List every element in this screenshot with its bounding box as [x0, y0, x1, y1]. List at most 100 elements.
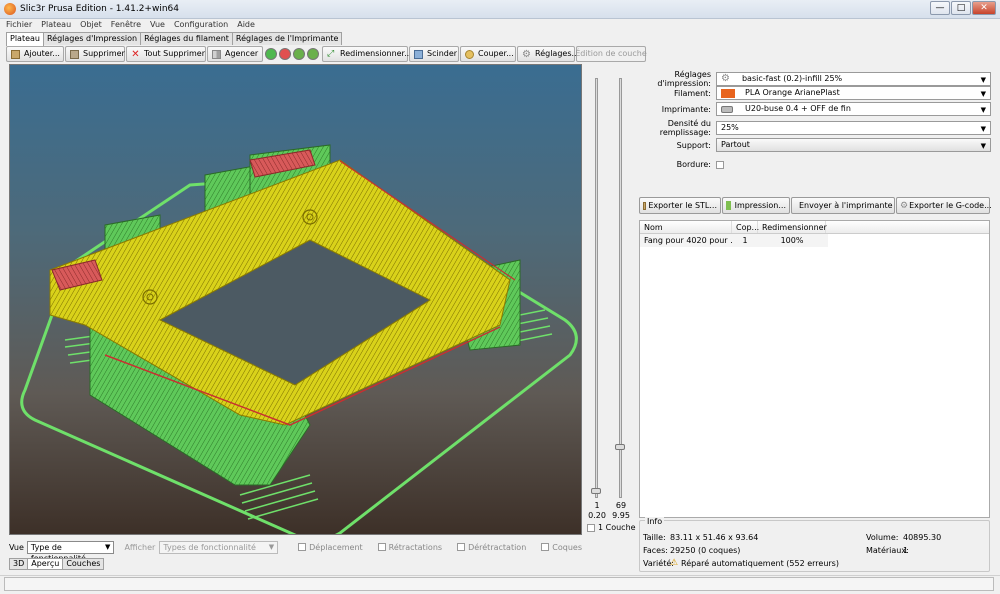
brick-delete-icon — [70, 49, 79, 59]
support-select[interactable]: Partout ▼ — [716, 138, 991, 152]
export-gcode-button[interactable]: ⚙ Exporter le G-code... — [896, 197, 992, 214]
menu-configuration[interactable]: Configuration — [174, 19, 228, 31]
volume-label: Volume: — [866, 533, 899, 542]
delete-button[interactable]: Supprimer — [65, 46, 125, 62]
size-label: Taille: — [643, 533, 666, 542]
layer-slider-panel: 1 69 0.20 9.95 1 Couche — [586, 64, 636, 536]
chevron-down-icon: ▼ — [105, 542, 111, 551]
object-list[interactable]: Nom Cop... Redimensionner Fang pour 4020… — [639, 220, 990, 518]
scale-arrows-icon: ⤢ — [327, 48, 335, 59]
delete-all-button[interactable]: ✕ Tout Supprimer — [126, 46, 206, 62]
object-settings-button[interactable]: ⚙ Réglages... — [517, 46, 579, 62]
status-field — [4, 577, 994, 591]
close-button[interactable]: ✕ — [972, 1, 996, 15]
plater-toolbar: Ajouter... Supprimer ✕ Tout Supprimer Ag… — [6, 46, 647, 62]
rotate-right-icon[interactable] — [307, 48, 319, 60]
main-tabs: Plateau Réglages d'Impression Réglages d… — [6, 32, 343, 46]
feature-types-select[interactable]: Types de fonctionnalité ▼ — [159, 540, 279, 554]
object-list-header: Nom Cop... Redimensionner — [640, 221, 989, 234]
tab-print-settings[interactable]: Réglages d'Impression — [42, 32, 142, 45]
infill-density-select[interactable]: 25% ▼ — [716, 121, 991, 135]
scale-button[interactable]: ⤢ Redimensionner... — [322, 46, 412, 62]
chevron-down-icon: ▼ — [980, 125, 986, 133]
unretractions-checkbox[interactable] — [457, 543, 466, 551]
tab-printer-settings[interactable]: Réglages de l'Imprimante — [231, 32, 343, 45]
facets-label: Faces: — [643, 546, 668, 555]
title-bar: Slic3r Prusa Edition - 1.41.2+win64 — □ … — [0, 0, 1000, 19]
menu-objet[interactable]: Objet — [80, 19, 102, 31]
low-layer-number: 1 — [594, 501, 600, 510]
retractions-option[interactable]: Rétractations — [377, 543, 442, 552]
travel-option[interactable]: Déplacement — [298, 543, 363, 552]
printer-preset-select[interactable]: U20-buse 0.4 + OFF de fin ▼ — [716, 102, 991, 116]
preview-tabs: 3D Aperçu Couches — [9, 558, 105, 570]
minimize-button[interactable]: — — [930, 1, 950, 15]
add-instance-icon[interactable] — [265, 48, 277, 60]
column-copies[interactable]: Cop... — [732, 221, 759, 233]
facets-value: 29250 (0 coques) — [670, 546, 741, 555]
tab-layers[interactable]: Couches — [62, 558, 105, 570]
cut-button[interactable]: Couper... — [460, 46, 516, 62]
object-copies: 1 — [742, 236, 748, 245]
remove-instance-icon[interactable] — [279, 48, 291, 60]
split-button[interactable]: Scinder — [409, 46, 459, 62]
presets-panel: Réglages d'impression: ⚙ basic-fast (0.2… — [638, 65, 991, 195]
table-row[interactable]: Fang pour 4020 pour ... 1 100% — [640, 234, 828, 247]
one-layer-checkbox[interactable] — [587, 523, 595, 532]
travel-checkbox[interactable] — [298, 543, 307, 551]
layer-editing-button[interactable]: Édition de couche — [575, 46, 647, 62]
menu-aide[interactable]: Aide — [237, 19, 255, 31]
filament-preset-select[interactable]: PLA Orange ArianePlast ▼ — [716, 86, 991, 100]
gcode-preview-canvas[interactable] — [9, 64, 582, 535]
shells-checkbox[interactable] — [541, 543, 550, 551]
view-type-select[interactable]: Type de fonctionnalité▼ — [26, 540, 115, 563]
materials-value: 1 — [903, 546, 909, 555]
unretractions-option[interactable]: Dérétractation — [457, 543, 526, 552]
menu-fichier[interactable]: Fichier — [6, 19, 32, 31]
filament-row: Filament: PLA Orange ArianePlast ▼ — [638, 86, 991, 100]
menu-vue[interactable]: Vue — [150, 19, 165, 31]
red-x-icon: ✕ — [131, 48, 140, 60]
high-layer-number: 69 — [615, 501, 627, 510]
tab-filament-settings[interactable]: Réglages du filament — [140, 32, 233, 45]
high-layer-slider-thumb[interactable] — [615, 444, 625, 450]
column-name[interactable]: Nom — [640, 221, 732, 233]
brim-checkbox[interactable] — [716, 160, 724, 169]
support-row: Support: Partout ▼ — [638, 138, 991, 152]
afficher-label: Afficher — [124, 542, 156, 552]
tab-preview[interactable]: Aperçu — [27, 558, 64, 570]
send-to-printer-button[interactable]: Envoyer à l'imprimante — [791, 197, 895, 214]
print-preset-select[interactable]: ⚙ basic-fast (0.2)-infill 25% ▼ — [716, 72, 991, 86]
shells-option[interactable]: Coques — [541, 543, 582, 552]
brim-row: Bordure: — [638, 160, 991, 169]
one-layer-toggle[interactable]: 1 Couche — [587, 523, 636, 532]
chevron-down-icon: ▼ — [980, 76, 986, 84]
infill-row: Densité du remplissage: 25% ▼ — [638, 119, 991, 137]
manifold-value: Réparé automatiquement (552 erreurs) — [681, 559, 839, 568]
menu-fenetre[interactable]: Fenêtre — [111, 19, 141, 31]
rotate-left-icon[interactable] — [293, 48, 305, 60]
volume-value: 40895.30 — [903, 533, 942, 542]
arrange-button[interactable]: Agencer — [207, 46, 263, 62]
size-value: 83.11 x 51.46 x 93.64 — [670, 533, 759, 542]
column-scale[interactable]: Redimensionner — [758, 221, 827, 233]
retractions-checkbox[interactable] — [377, 543, 386, 551]
export-actions: Exporter le STL... Impression... Envoyer… — [639, 197, 992, 214]
high-layer-slider-track[interactable] — [619, 78, 622, 498]
export-stl-button[interactable]: Exporter le STL... — [639, 197, 721, 214]
low-layer-slider-track[interactable] — [595, 78, 598, 498]
tab-3d[interactable]: 3D — [9, 558, 29, 570]
object-scale: 100% — [780, 236, 804, 245]
chevron-down-icon: ▼ — [980, 106, 986, 114]
warning-icon: ⚠ — [670, 558, 679, 568]
add-button[interactable]: Ajouter... — [6, 46, 64, 62]
split-shape-icon — [414, 49, 423, 59]
menu-plateau[interactable]: Plateau — [41, 19, 71, 31]
print-button[interactable]: Impression... — [722, 197, 790, 214]
tab-plateau[interactable]: Plateau — [6, 32, 44, 46]
low-layer-height: 0.20 — [588, 511, 606, 520]
cog-icon: ⚙ — [721, 73, 730, 84]
high-layer-height: 9.95 — [612, 511, 630, 520]
maximize-button[interactable]: □ — [951, 1, 971, 15]
low-layer-slider-thumb[interactable] — [591, 488, 601, 494]
